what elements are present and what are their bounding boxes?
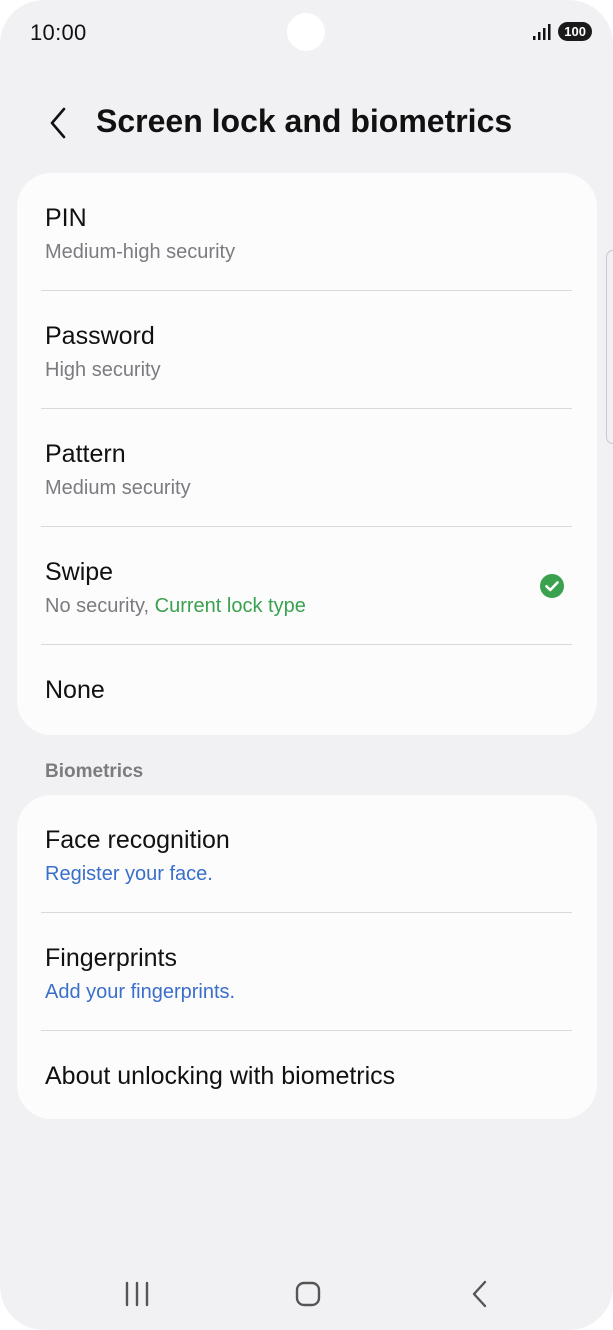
biometric-title: About unlocking with biometrics <box>45 1062 396 1090</box>
lock-type-card: PIN Medium-high security Password High s… <box>17 173 597 735</box>
biometric-subtitle: Add your fingerprints. <box>45 981 236 1003</box>
lock-option-subtitle: Medium security <box>45 477 191 499</box>
lock-option-subtitle: High security <box>45 359 161 381</box>
lock-option-subtitle: Medium-high security <box>45 241 236 263</box>
page-title: Screen lock and biometrics <box>96 103 513 139</box>
lock-option-pin[interactable]: PIN Medium-high security <box>17 173 597 291</box>
biometric-face-recognition[interactable]: Face recognition Register your face. <box>17 795 597 913</box>
lock-option-swipe[interactable]: Swipe No security, Current lock type <box>17 527 597 645</box>
status-time: 10:00 <box>30 20 87 45</box>
biometric-subtitle: Register your face. <box>45 863 213 885</box>
back-icon <box>472 1280 487 1308</box>
biometrics-card: Face recognition Register your face. Fin… <box>17 795 597 1119</box>
current-lock-type-label: Current lock type <box>154 595 306 617</box>
home-button[interactable] <box>288 1274 328 1314</box>
chevron-left-icon <box>50 107 66 139</box>
navigation-bar <box>0 1262 613 1322</box>
nav-back-button[interactable] <box>460 1274 500 1314</box>
lock-option-title: Pattern <box>45 440 126 468</box>
back-button[interactable] <box>38 101 78 145</box>
home-icon <box>295 1281 321 1307</box>
phone-screen: 10:00 100 Screen lock and biometrics PIN… <box>0 0 613 1330</box>
lock-option-none[interactable]: None <box>17 645 597 735</box>
header: Screen lock and biometrics <box>0 95 613 151</box>
biometric-fingerprints[interactable]: Fingerprints Add your fingerprints. <box>17 913 597 1031</box>
lock-option-password[interactable]: Password High security <box>17 291 597 409</box>
front-camera <box>287 13 325 51</box>
lock-option-pattern[interactable]: Pattern Medium security <box>17 409 597 527</box>
lock-option-title: PIN <box>45 204 87 232</box>
about-biometrics-link[interactable]: About unlocking with biometrics <box>17 1031 597 1119</box>
lock-option-title: Password <box>45 322 155 350</box>
signal-icon <box>533 23 551 40</box>
lock-option-title: None <box>45 676 105 704</box>
biometric-title: Face recognition <box>45 826 230 854</box>
lock-option-subtitle: No security, Current lock type <box>45 595 306 618</box>
check-circle-icon <box>540 574 564 598</box>
biometric-title: Fingerprints <box>45 944 177 972</box>
status-icons: 100 <box>532 22 592 41</box>
lock-option-title: Swipe <box>45 558 114 586</box>
scroll-handle[interactable] <box>606 250 613 444</box>
recents-button[interactable] <box>117 1274 157 1314</box>
battery-icon: 100 <box>558 22 592 41</box>
biometrics-section-title: Biometrics <box>45 761 144 782</box>
lock-option-subtitle-text: No security, <box>45 595 155 617</box>
recents-icon <box>125 1281 149 1307</box>
